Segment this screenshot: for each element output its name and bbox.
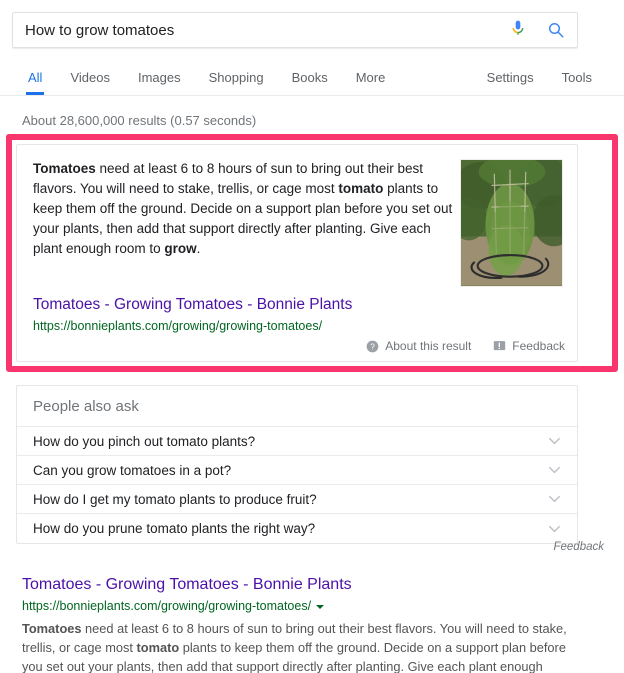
svg-text:?: ? xyxy=(370,342,375,351)
paa-question-4[interactable]: How do you prune tomato plants the right… xyxy=(17,514,577,543)
chevron-down-icon[interactable] xyxy=(548,525,561,533)
nav-tabs-right: Settings Tools xyxy=(473,62,606,94)
featured-snippet-paragraph: Tomatoes need at least 6 to 8 hours of s… xyxy=(33,161,453,256)
paa-question-1[interactable]: How do you pinch out tomato plants? xyxy=(17,427,577,456)
organic-result-1: Tomatoes - Growing Tomatoes - Bonnie Pla… xyxy=(22,575,578,673)
results-count: About 28,600,000 results (0.57 seconds) xyxy=(22,113,257,128)
chevron-down-icon[interactable] xyxy=(548,437,561,445)
question-circle-icon: ? xyxy=(366,340,379,353)
organic-result-title-link[interactable]: Tomatoes - Growing Tomatoes - Bonnie Pla… xyxy=(22,576,352,593)
tab-images[interactable]: Images xyxy=(124,62,195,94)
tab-more[interactable]: More xyxy=(342,62,400,94)
tab-videos[interactable]: Videos xyxy=(56,62,124,94)
snippet-feedback-label: Feedback xyxy=(512,339,565,353)
featured-snippet-card: Tomatoes need at least 6 to 8 hours of s… xyxy=(16,144,578,362)
featured-snippet-title-link[interactable]: Tomatoes - Growing Tomatoes - Bonnie Pla… xyxy=(33,296,352,313)
tab-shopping-label: Shopping xyxy=(208,70,264,85)
search-icon[interactable] xyxy=(547,21,565,39)
about-this-result-button[interactable]: ? About this result xyxy=(366,339,471,353)
tools-button[interactable]: Tools xyxy=(548,62,606,94)
tab-books[interactable]: Books xyxy=(278,62,342,94)
paa-question-3[interactable]: How do I get my tomato plants to produce… xyxy=(17,485,577,514)
organic-result-url: https://bonnieplants.com/growing/growing… xyxy=(22,597,578,615)
search-nav-bar: All Videos Images Shopping Books More Se… xyxy=(0,62,624,96)
microphone-icon[interactable] xyxy=(511,20,525,40)
paa-question-4-label: How do you prune tomato plants the right… xyxy=(33,521,316,536)
tab-books-label: Books xyxy=(291,70,328,85)
settings-label: Settings xyxy=(486,70,534,85)
paa-question-1-label: How do you pinch out tomato plants? xyxy=(33,433,256,449)
chevron-down-icon[interactable] xyxy=(548,495,561,503)
tab-all[interactable]: All xyxy=(14,62,56,95)
paa-question-3-label: How do I get my tomato plants to produce… xyxy=(33,491,317,507)
featured-snippet-url: https://bonnieplants.com/growing/growing… xyxy=(33,317,352,335)
search-input[interactable] xyxy=(25,13,503,47)
tab-videos-label: Videos xyxy=(70,70,110,85)
paa-question-2[interactable]: Can you grow tomatoes in a pot? xyxy=(17,456,577,485)
snippet-feedback-button[interactable]: Feedback xyxy=(493,339,565,353)
tab-more-label: More xyxy=(355,70,386,85)
chevron-down-icon[interactable] xyxy=(548,466,561,474)
search-bar-container xyxy=(12,12,578,48)
nav-tabs-left: All Videos Images Shopping Books More xyxy=(14,62,400,95)
caret-down-icon[interactable] xyxy=(316,604,325,609)
featured-snippet-url-text: https://bonnieplants.com/growing/growing… xyxy=(33,319,323,333)
paa-question-2-label: Can you grow tomatoes in a pot? xyxy=(33,462,232,478)
people-also-ask-header: People also ask xyxy=(17,386,577,427)
organic-result-snippet: Tomatoes need at least 6 to 8 hours of s… xyxy=(22,621,567,673)
organic-result-url-text: https://bonnieplants.com/growing/growing… xyxy=(22,599,312,613)
people-also-ask-card: People also ask How do you pinch out tom… xyxy=(16,385,578,544)
people-also-ask-feedback-link[interactable]: Feedback xyxy=(553,541,604,553)
flag-icon xyxy=(493,340,506,352)
tab-images-label: Images xyxy=(137,70,181,85)
featured-snippet-body: Tomatoes need at least 6 to 8 hours of s… xyxy=(17,145,577,333)
tab-all-label: All xyxy=(28,70,43,85)
search-bar[interactable] xyxy=(12,12,578,48)
featured-snippet-footer: ? About this result Feedback xyxy=(366,339,565,353)
google-search-results-page: All Videos Images Shopping Books More Se… xyxy=(0,0,624,673)
settings-button[interactable]: Settings xyxy=(473,62,548,94)
about-this-result-label: About this result xyxy=(385,339,472,353)
tools-label: Tools xyxy=(561,70,592,85)
featured-snippet-link-block: Tomatoes - Growing Tomatoes - Bonnie Pla… xyxy=(33,295,352,335)
search-bar-icons xyxy=(503,20,565,40)
featured-snippet-thumbnail[interactable] xyxy=(460,159,563,287)
tab-shopping[interactable]: Shopping xyxy=(195,62,278,94)
